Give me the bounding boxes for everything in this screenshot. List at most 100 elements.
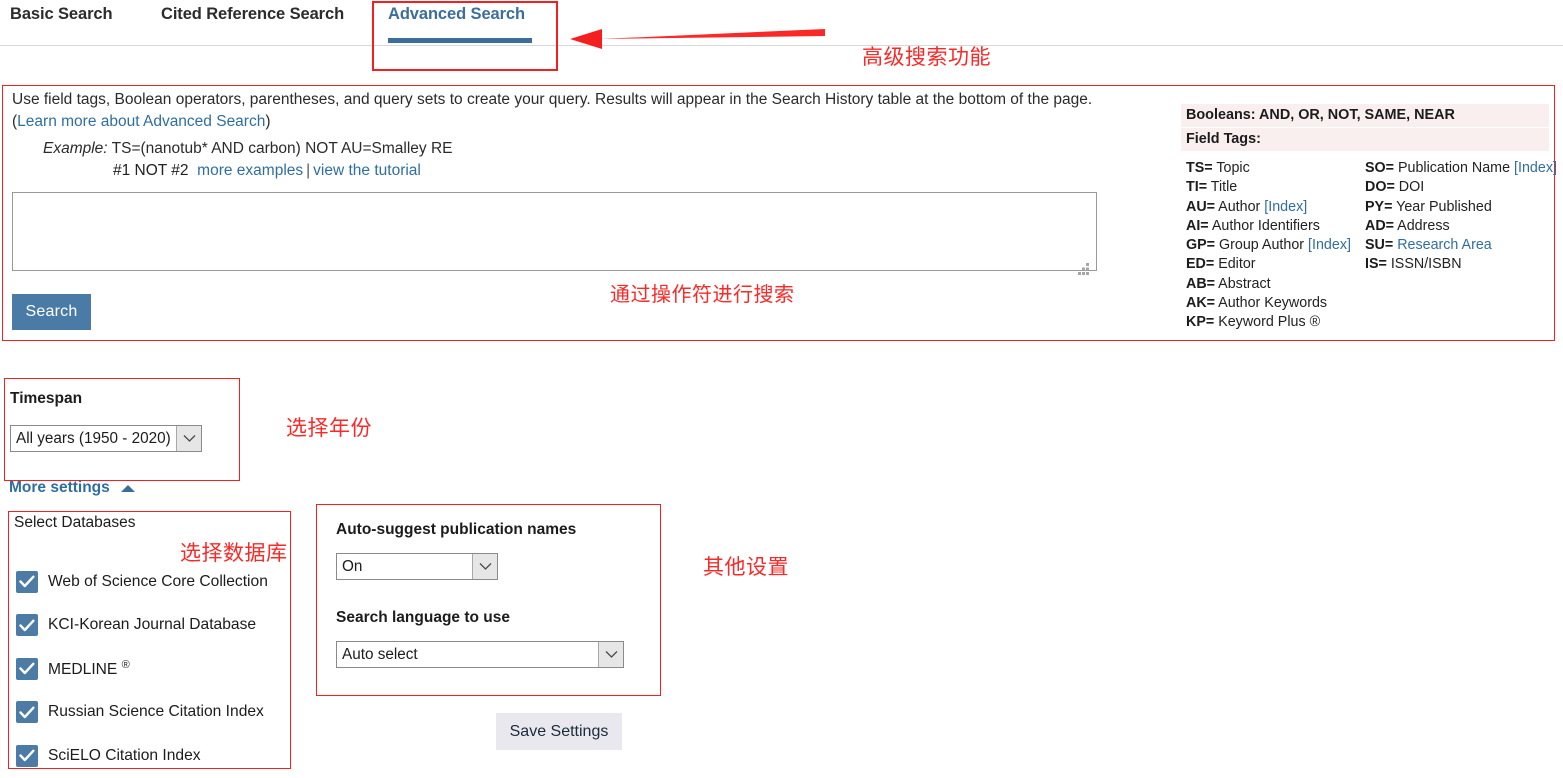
field-tags-panel: Booleans: AND, OR, NOT, SAME, NEAR Field… [1181,104,1557,333]
field-tag-name: Publication Name [1394,160,1515,176]
checkbox-checked-icon[interactable] [16,614,38,637]
field-tag-code: SO= [1365,160,1395,176]
example-row: Example: TS=(nanotub* AND carbon) NOT AU… [43,138,453,160]
annotation-operator-search: 通过操作符进行搜索 [610,282,795,306]
field-tag-row: AU= Author [Index] [1186,198,1365,217]
annotation-select-database: 选择数据库 [180,541,288,565]
database-list-item-label: Russian Science Citation Index [48,703,264,721]
database-list-item[interactable]: Russian Science Citation Index [16,691,316,735]
field-tag-row: ED= Editor [1186,255,1365,274]
database-list-item[interactable]: SciELO Citation Index [16,734,316,778]
field-tag-row: PY= Year Published [1365,198,1549,217]
field-tags-right-column: SO= Publication Name [Index] DO= DOI PY= Y… [1365,159,1557,333]
field-tag-code: TI= [1186,179,1208,196]
field-tag-name: Editor [1214,256,1256,273]
field-tag-code: AB= [1186,275,1215,292]
field-tag-code: AU= [1186,198,1215,215]
field-tag-code: AI= [1186,217,1209,234]
link-separator: | [306,162,311,179]
checkbox-checked-icon[interactable] [16,744,38,767]
field-tag-code: AK= [1186,295,1215,312]
view-tutorial-link[interactable]: view the tutorial [313,162,421,179]
field-tag-name: Address [1394,217,1450,234]
field-tag-row: AD= Address [1365,217,1549,236]
field-tag-code: KP= [1186,314,1215,331]
database-list-item-label: SciELO Citation Index [48,746,201,764]
timespan-select[interactable]: All years (1950 - 2020) [10,425,202,452]
booleans-heading: Booleans: AND, OR, NOT, SAME, NEAR [1181,104,1549,127]
database-list-item-label: Web of Science Core Collection [48,572,268,590]
field-tag-row: AK= Author Keywords [1186,294,1365,313]
checkbox-checked-icon[interactable] [16,657,38,680]
database-list: Web of Science Core Collection KCI-Korean… [16,560,316,778]
search-button[interactable]: Search [12,294,91,330]
field-tags-heading: Field Tags: [1181,128,1549,151]
annotation-select-year: 选择年份 [286,416,372,440]
field-tag-index-link[interactable]: [Index] [1514,160,1557,176]
autosuggest-select-value: On [342,557,363,575]
learn-more-link[interactable]: Learn more about Advanced Search [17,113,265,130]
search-language-select-value: Auto select [342,645,418,663]
tab-cited-reference-search[interactable]: Cited Reference Search [161,5,344,24]
chevron-down-icon[interactable] [472,554,497,579]
checkbox-checked-icon[interactable] [16,701,38,724]
more-settings-label: More settings [9,479,110,496]
field-tag-code: DO= [1365,179,1395,196]
select-databases-title: Select Databases [14,514,136,531]
field-tag-name: Keyword Plus ® [1214,314,1321,331]
field-tag-name: Title [1207,179,1238,196]
field-tag-name: Group Author [1215,237,1309,254]
field-tag-link[interactable]: Research Area [1393,237,1492,253]
timespan-label: Timespan [10,390,83,407]
example-row-secondary: #1 NOT #2 more examples | view the tutoria… [113,160,421,182]
field-tag-code: TS= [1186,160,1213,176]
more-settings-toggle[interactable]: More settings [9,479,136,497]
search-language-label: Search language to use [336,609,510,626]
chevron-down-icon[interactable] [176,426,201,451]
chevron-down-icon[interactable] [598,642,623,667]
annotation-other-settings: 其他设置 [703,555,789,579]
field-tag-row: IS= ISSN/ISBN [1365,255,1549,274]
field-tag-name: Topic [1212,160,1250,176]
chevron-up-icon [120,484,135,492]
database-list-item-label: KCI-Korean Journal Database [48,616,257,634]
field-tag-name: ISSN/ISBN [1386,256,1462,273]
annotation-box-advanced-tab [372,1,558,71]
field-tag-index-link[interactable]: [Index] [1308,237,1351,253]
example-query-set: #1 NOT #2 [113,162,189,179]
database-list-item[interactable]: KCI-Korean Journal Database [16,604,316,648]
field-tag-name: Year Published [1392,198,1492,215]
field-tag-name: DOI [1394,179,1425,196]
checkbox-checked-icon[interactable] [16,570,38,593]
field-tag-index-link[interactable]: [Index] [1264,199,1307,215]
autosuggest-select[interactable]: On [336,553,498,580]
autosuggest-label: Auto-suggest publication names [336,521,577,538]
instructions-text-part2: ) [265,113,271,130]
field-tag-name: Author [1215,198,1265,215]
field-tag-row: GP= Group Author [Index] [1186,236,1365,255]
instructions-text: Use field tags, Boolean operators, paren… [12,89,1117,133]
field-tags-left-column: TS= Topic TI= Title AU= Author [Index] AI= … [1186,159,1365,333]
example-query: TS=(nanotub* AND carbon) NOT AU=Smalley … [111,140,453,157]
query-input[interactable] [12,192,1097,271]
database-list-item[interactable]: MEDLINE ® [16,647,316,691]
more-examples-link[interactable]: more examples [197,162,303,179]
search-language-select[interactable]: Auto select [336,641,624,668]
field-tag-code: SU= [1365,237,1394,254]
field-tag-row: SO= Publication Name [Index] [1365,159,1557,178]
database-list-item-label: MEDLINE ® [48,658,130,678]
field-tag-row: AB= Abstract [1186,275,1365,294]
field-tag-name: Abstract [1215,275,1271,292]
save-settings-button[interactable]: Save Settings [496,713,622,750]
field-tag-code: AD= [1365,217,1394,234]
tab-basic-search[interactable]: Basic Search [10,5,113,24]
registered-trademark-icon: ® [121,658,130,671]
field-tag-name: Author Keywords [1215,295,1328,312]
annotation-arrow-icon [570,29,825,49]
field-tag-row: AI= Author Identifiers [1186,217,1365,236]
field-tag-name: Author Identifiers [1208,217,1320,234]
field-tag-code: PY= [1365,198,1393,215]
field-tag-row: TS= Topic [1186,159,1365,178]
field-tag-code: ED= [1186,256,1215,273]
field-tag-row: KP= Keyword Plus ® [1186,313,1365,332]
